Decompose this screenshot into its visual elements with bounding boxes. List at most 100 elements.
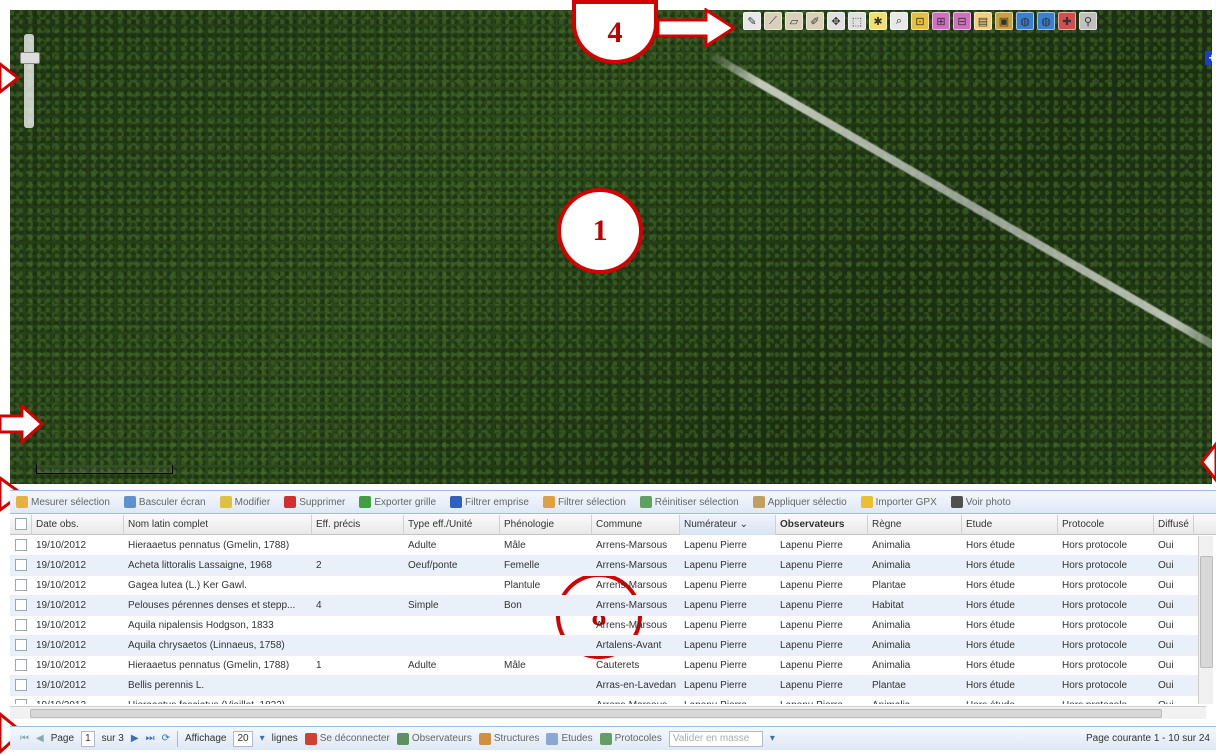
first-page-icon[interactable]: ⏮ (20, 733, 29, 744)
edit-button[interactable]: Modifier (219, 496, 271, 508)
draw-line-icon[interactable]: ⟋ (764, 12, 782, 30)
column-header[interactable]: Phénologie (500, 515, 592, 535)
column-header[interactable]: Date obs. (32, 515, 124, 535)
draw-freehand-icon[interactable]: ✐ (806, 12, 824, 30)
photo-button[interactable]: Voir photo (950, 496, 1011, 508)
structures-button[interactable]: Structures (478, 732, 539, 745)
column-header[interactable]: Nom latin complet (124, 515, 312, 535)
row-checkbox[interactable] (10, 616, 32, 635)
delete-button[interactable]: Supprimer (284, 496, 345, 508)
globe-icon[interactable]: ◍ (1016, 12, 1034, 30)
table-row[interactable]: 19/10/2012 Bellis perennis L. Arras-en-Lav… (10, 676, 1206, 696)
table-row[interactable]: 19/10/2012 Hieraaetus pennatus (Gmelin, 1… (10, 536, 1206, 556)
row-checkbox[interactable] (10, 536, 32, 555)
refresh-icon[interactable]: ⟳ (162, 733, 170, 744)
zoom-slider-handle[interactable] (20, 52, 40, 64)
table-row[interactable]: 19/10/2012 Pelouses pérennes denses et st… (10, 596, 1206, 616)
apply-selection-button[interactable]: Appliquer sélectio (752, 496, 847, 508)
row-checkbox[interactable] (10, 556, 32, 575)
table-row[interactable]: 19/10/2012Hieraaetus fasciatus (Vieillot… (10, 696, 1206, 704)
scale-line (36, 465, 173, 474)
vertical-scrollbar[interactable] (1198, 536, 1213, 704)
info-icon[interactable]: ✱ (869, 12, 887, 30)
table-row[interactable]: 19/10/2012 Aquila chrysaetos (Linnaeus, 1… (10, 636, 1206, 656)
zoom-icon[interactable]: ⌕ (890, 12, 908, 30)
row-checkbox[interactable] (10, 696, 32, 704)
zoom-slider[interactable] (20, 34, 40, 128)
layers-icon[interactable]: ▤ (974, 12, 992, 30)
zoom-box-icon[interactable]: ⊡ (911, 12, 929, 30)
select-all-checkbox[interactable] (10, 515, 32, 535)
table-cell: Lapenu Pierre (780, 600, 843, 611)
measure-icon[interactable]: ✚ (1058, 12, 1076, 30)
page-number-input[interactable]: 1 (81, 730, 95, 747)
table-cell: Hieraaetus pennatus (Gmelin, 1788) (128, 660, 290, 671)
column-header[interactable]: Type eff./Unité (404, 515, 500, 535)
table-row[interactable]: 19/10/2012 Aquila nipalensis Hodgson, 183… (10, 616, 1206, 636)
row-checkbox[interactable] (10, 596, 32, 615)
column-header[interactable]: Eff. précis (312, 515, 404, 535)
pencil-icon[interactable]: ✎ (743, 12, 761, 30)
row-checkbox[interactable] (10, 656, 32, 675)
toolbar-button-label: Modifier (234, 496, 271, 508)
column-header[interactable]: Commune (592, 515, 680, 535)
export-grid-button[interactable]: Exporter grille (359, 496, 436, 508)
table-row[interactable]: 19/10/2012 Gagea lutea (L.) Ker Gawl. Plan… (10, 576, 1206, 596)
zoom-out-box-icon[interactable]: ⊟ (953, 12, 971, 30)
right-arrow-edge (1200, 441, 1216, 483)
page-of-label: sur 3 (101, 733, 124, 744)
import-gpx-button[interactable]: Importer GPX (860, 496, 937, 508)
filter-selection-button[interactable]: Filtrer sélection (542, 496, 626, 508)
horizontal-scrollbar[interactable] (10, 706, 1206, 719)
table-cell: Lapenu Pierre (684, 680, 747, 691)
column-header[interactable]: Règne (868, 515, 962, 535)
globe-full-icon[interactable]: ◍ (1037, 12, 1055, 30)
logout-icon (304, 732, 317, 745)
row-checkbox[interactable] (10, 576, 32, 595)
toggle-screen-button[interactable]: Basculer écran (123, 496, 206, 508)
print-icon[interactable]: ▣ (995, 12, 1013, 30)
zoom-in-box-icon[interactable]: ⊞ (932, 12, 950, 30)
select-box-icon[interactable]: ⬚ (848, 12, 866, 30)
pan-icon[interactable]: ✥ (827, 12, 845, 30)
next-page-icon[interactable]: ▶ (131, 733, 139, 744)
table-cell: 19/10/2012 (36, 560, 87, 571)
table-cell (312, 536, 404, 555)
page-size-dropdown-icon[interactable]: ▾ (260, 733, 265, 744)
table-cell (312, 616, 404, 635)
bulk-validate-dropdown-icon[interactable]: ▾ (770, 733, 775, 744)
reset-selection-button[interactable]: Réinitiser sélection (639, 496, 739, 508)
table-cell: 19/10/2012 (36, 540, 87, 551)
column-header[interactable]: Diffusé (1154, 515, 1194, 535)
draw-polygon-icon[interactable]: ▱ (785, 12, 803, 30)
row-checkbox[interactable] (10, 676, 32, 695)
table-cell (404, 616, 500, 635)
table-row[interactable]: 19/10/2012 Hieraaetus pennatus (Gmelin, 1… (10, 656, 1206, 676)
studies-button[interactable]: Etudes (546, 732, 593, 745)
search-icon[interactable]: ⚲ (1079, 12, 1097, 30)
column-header[interactable]: Protocole (1058, 515, 1154, 535)
table-row[interactable]: 19/10/2012 Acheta littoralis Lassaigne, 1… (10, 556, 1206, 576)
column-header[interactable]: Etude (962, 515, 1058, 535)
expand-layers-button[interactable]: + (1205, 51, 1212, 65)
map-toolbar: ✎ ⟋ ▱ ✐ ✥ ⬚ ✱ ⌕ ⊡ ⊞ ⊟ ▤ ▣ ◍ ◍ ✚ ⚲ (743, 12, 1097, 30)
table-cell: Aquila nipalensis Hodgson, 1833 (128, 620, 274, 631)
table-cell: Hors protocole (1062, 580, 1128, 591)
bulk-validate-select[interactable]: Valider en masse (668, 730, 763, 747)
horizontal-scroll-thumb[interactable] (30, 709, 1162, 718)
prev-page-icon[interactable]: ◀ (36, 733, 44, 744)
ruler-button[interactable]: Mesurer sélection (16, 496, 110, 508)
column-header[interactable]: Observateurs (776, 515, 868, 535)
filter-extent-button[interactable]: Filtrer emprise (450, 496, 529, 508)
logout-button[interactable]: Se déconnecter (304, 732, 390, 745)
last-page-icon[interactable]: ⏭ (146, 733, 155, 744)
page-size-input[interactable]: 20 (233, 730, 253, 747)
table-cell: Acheta littoralis Lassaigne, 1968 (128, 560, 272, 571)
observers-button[interactable]: Observateurs (396, 732, 472, 745)
row-checkbox[interactable] (10, 636, 32, 655)
vertical-scroll-thumb[interactable] (1200, 556, 1213, 668)
column-header[interactable]: Numérateur ⌄ (680, 515, 776, 535)
toolbar-button-label: Exporter grille (374, 496, 437, 508)
grid-body: 19/10/2012 Hieraaetus pennatus (Gmelin, 1… (10, 536, 1206, 704)
protocols-button[interactable]: Protocoles (599, 732, 662, 745)
